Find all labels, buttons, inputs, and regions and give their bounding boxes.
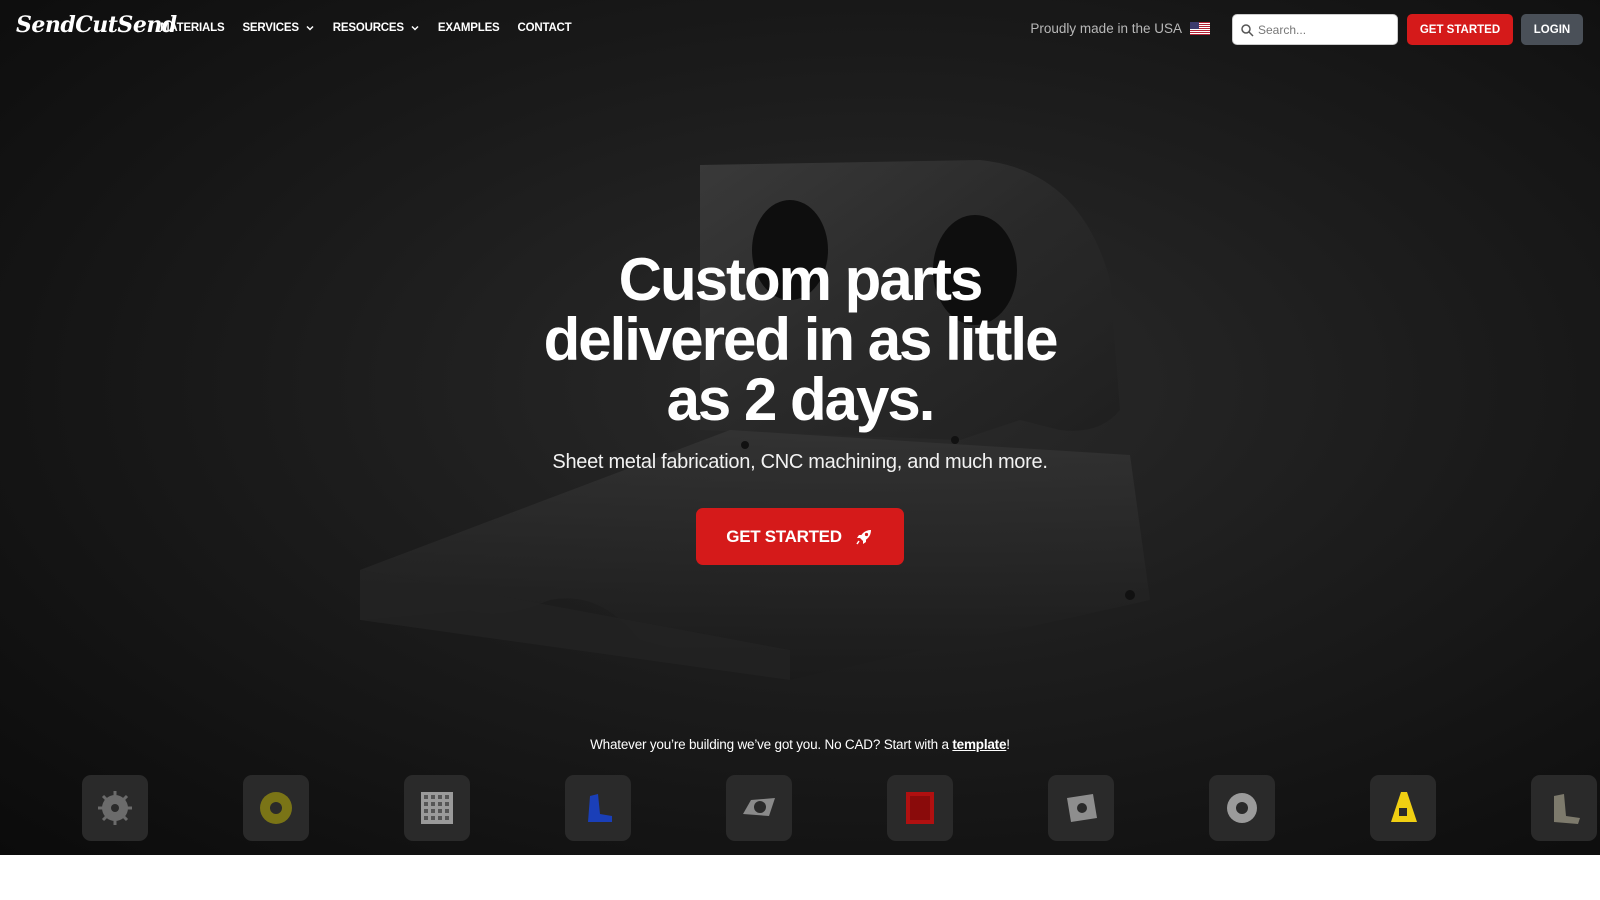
headline-line-2: delivered in as little (543, 306, 1059, 373)
nav-examples[interactable]: EXAMPLES (438, 22, 500, 34)
template-tiles (82, 775, 1600, 841)
nav-contact-label: CONTACT (517, 22, 572, 34)
yellow-bracket-icon (1391, 792, 1417, 822)
angle-bracket-icon (1554, 794, 1580, 824)
mount-plate-icon (1067, 794, 1097, 822)
perforated-plate-icon (421, 792, 453, 824)
template-tile-flange[interactable] (726, 775, 792, 841)
blue-bracket-icon (588, 794, 612, 822)
search-icon (1241, 23, 1254, 37)
template-tile-blue-bracket[interactable] (565, 775, 631, 841)
made-in-label: Proudly made in the USA (1030, 21, 1182, 36)
template-prompt-suffix: ! (1006, 737, 1010, 752)
gear-part-icon (98, 791, 132, 825)
template-prompt: Whatever you’re building we’ve got you. … (0, 737, 1600, 752)
sendcutsend-logo[interactable]: SendCutSend (16, 12, 177, 38)
nav-contact[interactable]: CONTACT (518, 22, 572, 34)
flange-part-icon (743, 798, 775, 816)
made-in-usa-text: Proudly made in the USA (1030, 21, 1210, 36)
header-get-started-button[interactable]: GET STARTED (1407, 14, 1513, 45)
nav-examples-label: EXAMPLES (437, 22, 500, 34)
nav-materials[interactable]: MATERIALS (160, 22, 225, 34)
nav-resources[interactable]: RESOURCES (333, 22, 420, 34)
template-tile-gear[interactable] (82, 775, 148, 841)
headline-line-1: Custom parts (618, 246, 984, 313)
headline-line-3: as 2 days. (666, 366, 936, 433)
main-menu: MATERIALS SERVICES RESOURCES EXAMPLES CO… (160, 22, 572, 34)
nav-resources-label: RESOURCES (332, 22, 404, 34)
search-input[interactable] (1258, 22, 1398, 37)
chevron-down-icon (306, 25, 314, 31)
cta-label: GET STARTED (726, 526, 842, 546)
top-navbar: SendCutSend MATERIALS SERVICES RESOURCES… (0, 0, 1600, 58)
nav-materials-label: MATERIALS (160, 22, 225, 34)
hero-subheadline: Sheet metal fabrication, CNC machining, … (552, 451, 1048, 473)
hero-get-started-button[interactable]: GET STARTED (696, 508, 904, 565)
template-prompt-text: Whatever you’re building we’ve got you. … (590, 737, 953, 752)
red-box-part-icon (906, 792, 934, 824)
nav-services-label: SERVICES (242, 22, 299, 34)
hero-headline: Custom parts delivered in as little as 2… (0, 250, 1600, 430)
ring-part-icon (1227, 793, 1257, 823)
template-tile-perforated[interactable] (404, 775, 470, 841)
login-button[interactable]: LOGIN (1521, 14, 1583, 45)
chevron-down-icon (411, 25, 419, 31)
template-tile-donut[interactable] (243, 775, 309, 841)
hero-section: SendCutSend MATERIALS SERVICES RESOURCES… (0, 0, 1600, 855)
donut-part-icon (260, 792, 292, 824)
template-tile-angle-bracket[interactable] (1531, 775, 1597, 841)
template-link[interactable]: template (952, 737, 1006, 752)
template-tile-ring[interactable] (1209, 775, 1275, 841)
us-flag-icon (1190, 22, 1210, 35)
template-tile-yellow-bracket[interactable] (1370, 775, 1436, 841)
template-tile-red-box[interactable] (887, 775, 953, 841)
template-tile-mount-plate[interactable] (1048, 775, 1114, 841)
rocket-icon (856, 529, 871, 544)
search-box[interactable] (1232, 14, 1398, 45)
nav-services[interactable]: SERVICES (242, 22, 314, 34)
